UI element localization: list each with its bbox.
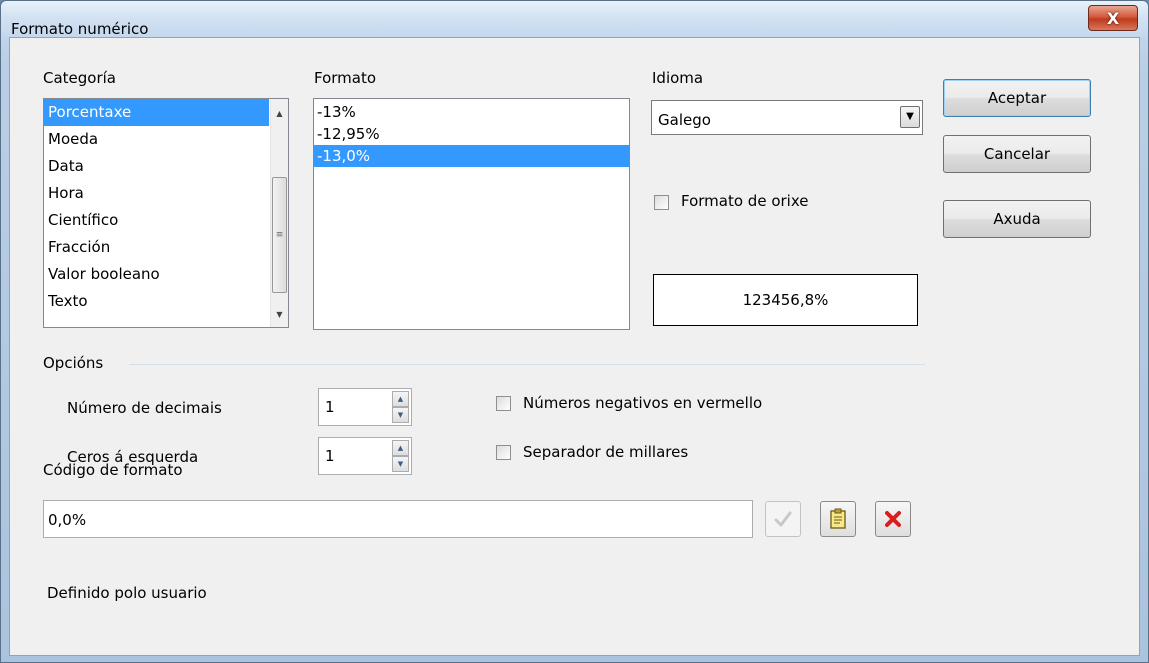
- format-list[interactable]: -13% -12,95% -13,0%: [313, 98, 630, 330]
- format-code-value: 0,0%: [48, 511, 87, 529]
- category-item-moeda[interactable]: Moeda: [44, 126, 288, 153]
- decimals-spinner-buttons: ▲ ▼: [392, 391, 409, 423]
- format-code-label: Código de formato: [43, 461, 183, 479]
- options-divider: [129, 364, 925, 365]
- delete-icon: [885, 511, 901, 527]
- comment-icon: [830, 508, 846, 529]
- dialog-content: Categoría Porcentaxe Moeda Data Hora Cie…: [9, 37, 1140, 656]
- scroll-up-arrow-icon[interactable]: ▲: [271, 105, 288, 122]
- category-item-data[interactable]: Data: [44, 153, 288, 180]
- dialog-window: Formato numérico X Categoría Porcentaxe …: [0, 0, 1149, 663]
- options-group-label: Opcións: [43, 354, 104, 372]
- category-scrollbar[interactable]: ▲ ≡ ▼: [270, 99, 288, 327]
- category-label-text: Categoría: [43, 69, 117, 87]
- close-button[interactable]: X: [1088, 5, 1138, 31]
- check-icon: [774, 511, 792, 527]
- format-code-status: Definido polo usuario: [47, 584, 207, 602]
- delete-format-button[interactable]: [875, 501, 911, 537]
- spin-up-icon[interactable]: ▲: [392, 440, 409, 456]
- title-bar[interactable]: Formato numérico X: [1, 1, 1148, 38]
- language-select[interactable]: Galego ▼: [651, 100, 923, 135]
- spin-up-icon[interactable]: ▲: [392, 391, 409, 407]
- format-preview: 123456,8%: [653, 274, 918, 326]
- close-icon: X: [1106, 8, 1120, 28]
- category-item-valor-booleano[interactable]: Valor booleano: [44, 261, 288, 288]
- format-item[interactable]: -13%: [314, 101, 629, 123]
- language-select-value: Galego: [658, 111, 711, 129]
- category-item-cientifico[interactable]: Científico: [44, 207, 288, 234]
- spin-down-icon[interactable]: ▼: [392, 456, 409, 472]
- category-item-texto[interactable]: Texto: [44, 288, 288, 315]
- format-item-selected[interactable]: -13,0%: [314, 145, 629, 167]
- decimals-label: Número de decimais: [67, 399, 222, 417]
- chevron-down-icon[interactable]: ▼: [900, 106, 920, 128]
- scroll-thumb[interactable]: ≡: [272, 177, 287, 293]
- help-button[interactable]: Axuda: [943, 200, 1091, 238]
- ok-button[interactable]: Aceptar: [943, 79, 1091, 117]
- source-format-label: Formato de orixe: [681, 192, 809, 210]
- grip-icon: ≡: [275, 230, 284, 240]
- format-label: Formato: [314, 69, 377, 87]
- language-label: Idioma: [652, 69, 704, 87]
- leading-zeros-spinner-buttons: ▲ ▼: [392, 440, 409, 472]
- leading-zeros-spinner[interactable]: 1 ▲ ▼: [318, 437, 412, 475]
- category-list[interactable]: Porcentaxe Moeda Data Hora Científico Fr…: [43, 98, 289, 328]
- spin-down-icon[interactable]: ▼: [392, 407, 409, 423]
- category-item-fraccion[interactable]: Fracción: [44, 234, 288, 261]
- format-item[interactable]: -12,95%: [314, 123, 629, 145]
- leading-zeros-value: 1: [325, 447, 335, 465]
- decimals-spinner[interactable]: 1 ▲ ▼: [318, 388, 412, 426]
- thousands-separator-label: Separador de millares: [523, 443, 689, 461]
- scroll-down-arrow-icon[interactable]: ▼: [271, 306, 288, 323]
- decimals-value: 1: [325, 398, 335, 416]
- cancel-button[interactable]: Cancelar: [943, 135, 1091, 173]
- category-item-porcentaxe[interactable]: Porcentaxe: [44, 99, 269, 126]
- edit-comment-button[interactable]: [820, 501, 856, 537]
- negative-red-checkbox[interactable]: [496, 396, 511, 411]
- negative-red-label: Números negativos en vermello: [523, 394, 763, 412]
- source-format-checkbox[interactable]: [654, 195, 669, 210]
- window-title: Formato numérico: [11, 20, 149, 38]
- category-label: Categoría: [43, 69, 116, 87]
- accept-format-button[interactable]: [765, 501, 801, 537]
- category-item-hora[interactable]: Hora: [44, 180, 288, 207]
- thousands-separator-checkbox[interactable]: [496, 445, 511, 460]
- format-code-input[interactable]: 0,0%: [43, 500, 753, 538]
